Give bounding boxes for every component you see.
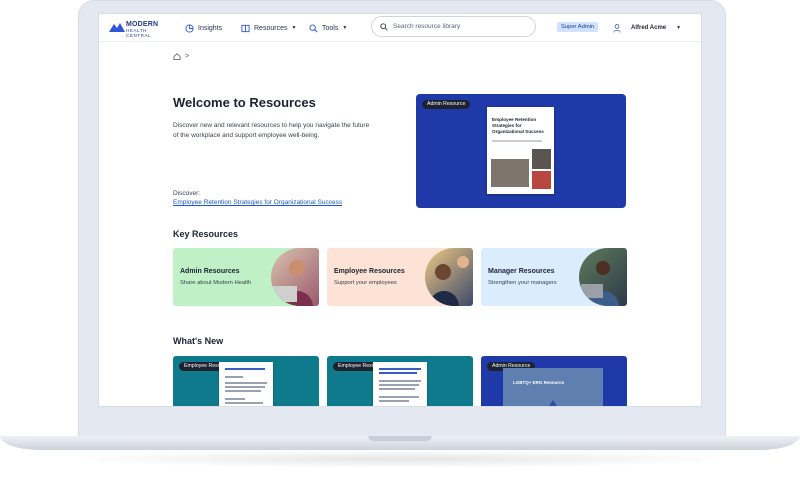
doc-text-line	[225, 390, 261, 392]
key-resources-title: Key Resources	[173, 229, 239, 239]
search-icon	[380, 22, 388, 31]
key-card-photo	[271, 248, 319, 306]
doc-text-line	[379, 388, 415, 390]
new-resource-card[interactable]: Employee Resource	[173, 356, 319, 406]
featured-resource-card[interactable]: Admin Resource Employee Retention Strate…	[416, 94, 626, 208]
key-card-admin[interactable]: Admin Resources Share about Modern Healt…	[173, 248, 319, 306]
person-illustration-icon	[581, 261, 619, 306]
chevron-down-icon: ▼	[342, 25, 348, 31]
new-resource-card[interactable]: Employee Resource	[327, 356, 473, 406]
role-badge: Super Admin	[557, 22, 599, 32]
photo-placeholder	[491, 159, 529, 187]
key-card-photo	[425, 248, 473, 306]
document-thumbnail	[373, 362, 427, 406]
document-subtitle-line	[492, 140, 542, 142]
doc-text-line	[379, 384, 419, 386]
document-thumbnail	[219, 362, 273, 406]
key-card-subtitle: Share about Modern Health	[180, 280, 252, 286]
document-title: Employee Retention Strategies for Organi…	[492, 117, 544, 134]
doc-text-line	[225, 386, 265, 388]
logo[interactable]: MODERN HEALTH CENTRAL	[109, 21, 171, 38]
doc-heading-line	[379, 372, 417, 374]
document-title: LGBTQ+ ERG Resource	[513, 380, 565, 385]
discover-link[interactable]: Employee Retention Strategies for Organi…	[173, 199, 342, 206]
discover-label: Discover:	[173, 190, 201, 197]
page-title: Welcome to Resources	[173, 95, 316, 110]
key-card-title: Employee Resources	[334, 268, 405, 275]
resource-tag: Admin Resource	[422, 100, 471, 109]
key-card-photo	[579, 248, 627, 306]
book-icon	[241, 24, 250, 32]
nav-insights-label: Insights	[198, 24, 223, 32]
new-resource-card[interactable]: Admin Resource LGBTQ+ ERG Resource	[481, 356, 627, 406]
key-card-subtitle: Strengthen your managers	[488, 280, 557, 286]
photo-placeholder	[532, 171, 551, 189]
doc-text-line	[379, 400, 409, 402]
person-illustration-icon	[429, 256, 469, 306]
doc-heading-line	[225, 368, 265, 370]
tools-icon	[309, 23, 318, 32]
logo-mark-icon	[109, 23, 125, 32]
chevron-down-icon: ▼	[291, 25, 297, 31]
user-icon	[613, 23, 621, 33]
chevron-down-icon: ▼	[676, 25, 682, 31]
user-name: Alfred Acme	[631, 25, 667, 31]
hero-description: Discover new and relevant resources to h…	[173, 122, 370, 139]
person-illustration-icon	[273, 260, 313, 306]
logo-subtext: HEALTH CENTRAL	[126, 28, 152, 38]
key-card-manager[interactable]: Manager Resources Strengthen your manage…	[481, 248, 627, 306]
doc-text-line	[225, 402, 263, 404]
user-menu[interactable]: Alfred Acme ▼	[613, 22, 681, 34]
photo-placeholder	[532, 149, 551, 169]
nav-resources[interactable]: Resources ▼	[241, 22, 296, 34]
chart-pie-icon	[185, 23, 194, 33]
search-bar[interactable]	[371, 16, 536, 37]
search-input[interactable]	[393, 23, 523, 30]
breadcrumb-separator: >	[185, 53, 190, 60]
nav-resources-label: Resources	[254, 24, 288, 32]
doc-text-line	[379, 380, 421, 382]
doc-text-line	[225, 398, 245, 400]
laptop-notch	[368, 436, 432, 441]
key-card-title: Manager Resources	[488, 268, 555, 275]
key-card-employee[interactable]: Employee Resources Support your employee…	[327, 248, 473, 306]
top-nav: MODERN HEALTH CENTRAL Insights Resources…	[99, 14, 701, 42]
doc-text-line	[379, 396, 419, 398]
doc-text-line	[225, 376, 243, 378]
document-thumbnail: Employee Retention Strategies for Organi…	[487, 107, 554, 194]
key-card-subtitle: Support your employees	[334, 280, 397, 286]
doc-heading-line	[379, 368, 421, 370]
doc-text-line	[225, 382, 267, 384]
app-screen: MODERN HEALTH CENTRAL Insights Resources…	[98, 13, 702, 407]
home-icon[interactable]	[173, 53, 181, 60]
nav-tools-label: Tools	[322, 24, 339, 32]
breadcrumb: >	[173, 53, 189, 60]
logo-text: MODERN	[126, 21, 159, 28]
whats-new-title: What's New	[173, 336, 224, 346]
nav-tools[interactable]: Tools ▼	[309, 22, 347, 34]
nav-insights[interactable]: Insights	[185, 22, 222, 34]
document-thumbnail: LGBTQ+ ERG Resource	[503, 368, 603, 406]
key-card-title: Admin Resources	[180, 268, 240, 275]
laptop-shadow	[60, 450, 740, 468]
mountain-illustration-icon	[549, 400, 557, 406]
